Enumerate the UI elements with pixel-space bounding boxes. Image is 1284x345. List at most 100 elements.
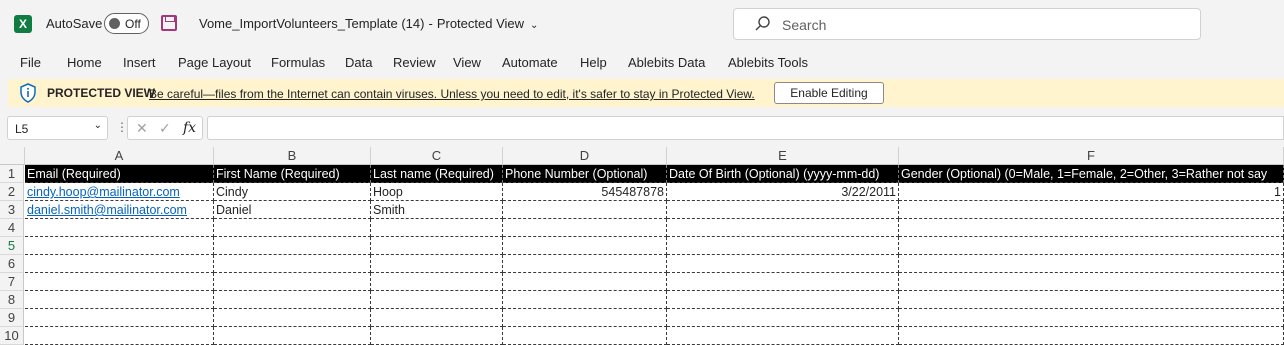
empty-cell[interactable] bbox=[25, 309, 214, 327]
tab-page-layout[interactable]: Page Layout bbox=[178, 55, 251, 70]
empty-cell[interactable] bbox=[899, 309, 1284, 327]
tab-file[interactable]: File bbox=[20, 55, 41, 70]
empty-cell[interactable] bbox=[371, 291, 503, 309]
cell[interactable]: Daniel bbox=[214, 201, 371, 219]
formula-input[interactable] bbox=[207, 116, 1284, 140]
empty-cell[interactable] bbox=[371, 237, 503, 255]
insert-function-icon[interactable]: fx bbox=[183, 120, 196, 136]
cell[interactable]: Hoop bbox=[371, 183, 503, 201]
tab-review[interactable]: Review bbox=[393, 55, 436, 70]
empty-cell[interactable] bbox=[667, 219, 899, 237]
header-cell-first-name[interactable]: First Name (Required) bbox=[214, 165, 371, 183]
empty-cell[interactable] bbox=[25, 291, 214, 309]
cell[interactable] bbox=[899, 201, 1284, 219]
row-header[interactable]: 6 bbox=[0, 255, 24, 273]
protected-view-message[interactable]: Be careful—files from the Internet can c… bbox=[149, 87, 755, 101]
cell[interactable] bbox=[667, 201, 899, 219]
empty-cell[interactable] bbox=[667, 255, 899, 273]
empty-cell[interactable] bbox=[667, 237, 899, 255]
empty-cell[interactable] bbox=[667, 291, 899, 309]
empty-cell[interactable] bbox=[503, 291, 667, 309]
row-header[interactable]: 10 bbox=[0, 327, 24, 345]
column-header[interactable]: A bbox=[25, 147, 214, 165]
cell[interactable]: 545487878 bbox=[503, 183, 667, 201]
empty-cell[interactable] bbox=[214, 219, 371, 237]
tab-ablebits-data[interactable]: Ablebits Data bbox=[628, 55, 705, 70]
empty-cell[interactable] bbox=[214, 273, 371, 291]
header-cell-dob[interactable]: Date Of Birth (Optional) (yyyy-mm-dd) bbox=[667, 165, 899, 183]
empty-cell[interactable] bbox=[25, 255, 214, 273]
header-cell-email[interactable]: Email (Required) bbox=[25, 165, 214, 183]
empty-cell[interactable] bbox=[667, 309, 899, 327]
cell[interactable] bbox=[503, 201, 667, 219]
empty-cell[interactable] bbox=[371, 255, 503, 273]
empty-cell[interactable] bbox=[667, 327, 899, 345]
header-cell-phone[interactable]: Phone Number (Optional) bbox=[503, 165, 667, 183]
empty-cell[interactable] bbox=[25, 273, 214, 291]
empty-cell[interactable] bbox=[25, 219, 214, 237]
empty-cell[interactable] bbox=[899, 273, 1284, 291]
cell[interactable]: Smith bbox=[371, 201, 503, 219]
row-header[interactable]: 7 bbox=[0, 273, 24, 291]
tab-data[interactable]: Data bbox=[345, 55, 372, 70]
empty-cell[interactable] bbox=[371, 327, 503, 345]
tab-view[interactable]: View bbox=[453, 55, 481, 70]
empty-cell[interactable] bbox=[899, 255, 1284, 273]
cell[interactable]: 3/22/2011 bbox=[667, 183, 899, 201]
empty-cell[interactable] bbox=[214, 255, 371, 273]
empty-cell[interactable] bbox=[214, 237, 371, 255]
empty-cell[interactable] bbox=[503, 273, 667, 291]
cell[interactable]: Cindy bbox=[214, 183, 371, 201]
select-all-corner[interactable] bbox=[0, 147, 25, 165]
column-header[interactable]: F bbox=[899, 147, 1284, 165]
empty-cell[interactable] bbox=[371, 219, 503, 237]
column-header[interactable]: C bbox=[371, 147, 503, 165]
row-header[interactable]: 2 bbox=[0, 183, 24, 201]
save-icon[interactable] bbox=[161, 15, 177, 31]
empty-cell[interactable] bbox=[899, 327, 1284, 345]
empty-cell[interactable] bbox=[503, 255, 667, 273]
empty-cell[interactable] bbox=[371, 309, 503, 327]
header-cell-gender[interactable]: Gender (Optional) (0=Male, 1=Female, 2=O… bbox=[899, 165, 1284, 183]
tab-automate[interactable]: Automate bbox=[502, 55, 558, 70]
header-cell-last-name[interactable]: Last name (Required) bbox=[371, 165, 503, 183]
tab-help[interactable]: Help bbox=[580, 55, 607, 70]
autosave-toggle[interactable]: Off bbox=[104, 13, 149, 34]
row-header-selected[interactable]: 5 bbox=[0, 237, 24, 255]
cell-email-link[interactable]: cindy.hoop@mailinator.com bbox=[25, 183, 214, 201]
column-header[interactable]: B bbox=[214, 147, 371, 165]
empty-cell[interactable] bbox=[899, 237, 1284, 255]
empty-cell[interactable] bbox=[503, 309, 667, 327]
empty-cell[interactable] bbox=[214, 291, 371, 309]
tab-insert[interactable]: Insert bbox=[123, 55, 156, 70]
cell[interactable]: 1 bbox=[899, 183, 1284, 201]
empty-cell[interactable] bbox=[25, 327, 214, 345]
row-header[interactable]: 4 bbox=[0, 219, 24, 237]
tab-home[interactable]: Home bbox=[67, 55, 102, 70]
empty-cell[interactable] bbox=[214, 327, 371, 345]
column-header[interactable]: D bbox=[503, 147, 667, 165]
row-header[interactable]: 8 bbox=[0, 291, 24, 309]
cancel-icon[interactable]: ✕ bbox=[136, 120, 148, 137]
row-header[interactable]: 3 bbox=[0, 201, 24, 219]
row-header[interactable]: 1 bbox=[0, 165, 24, 183]
empty-cell[interactable] bbox=[899, 291, 1284, 309]
empty-cell[interactable] bbox=[25, 237, 214, 255]
empty-cell[interactable] bbox=[899, 219, 1284, 237]
cell-email-link[interactable]: daniel.smith@mailinator.com bbox=[25, 201, 214, 219]
empty-cell[interactable] bbox=[503, 237, 667, 255]
search-box[interactable]: Search bbox=[733, 8, 1201, 40]
name-box[interactable]: L5 ⌄ bbox=[7, 116, 108, 140]
row-header[interactable]: 9 bbox=[0, 309, 24, 327]
document-title[interactable]: Vome_ImportVolunteers_Template (14) - Prot… bbox=[199, 16, 538, 31]
chevron-down-icon[interactable]: ⌄ bbox=[94, 120, 102, 131]
empty-cell[interactable] bbox=[503, 327, 667, 345]
empty-cell[interactable] bbox=[214, 309, 371, 327]
enable-editing-button[interactable]: Enable Editing bbox=[774, 82, 884, 104]
empty-cell[interactable] bbox=[503, 219, 667, 237]
column-header[interactable]: E bbox=[667, 147, 899, 165]
tab-formulas[interactable]: Formulas bbox=[271, 55, 325, 70]
tab-ablebits-tools[interactable]: Ablebits Tools bbox=[728, 55, 808, 70]
empty-cell[interactable] bbox=[371, 273, 503, 291]
empty-cell[interactable] bbox=[667, 273, 899, 291]
